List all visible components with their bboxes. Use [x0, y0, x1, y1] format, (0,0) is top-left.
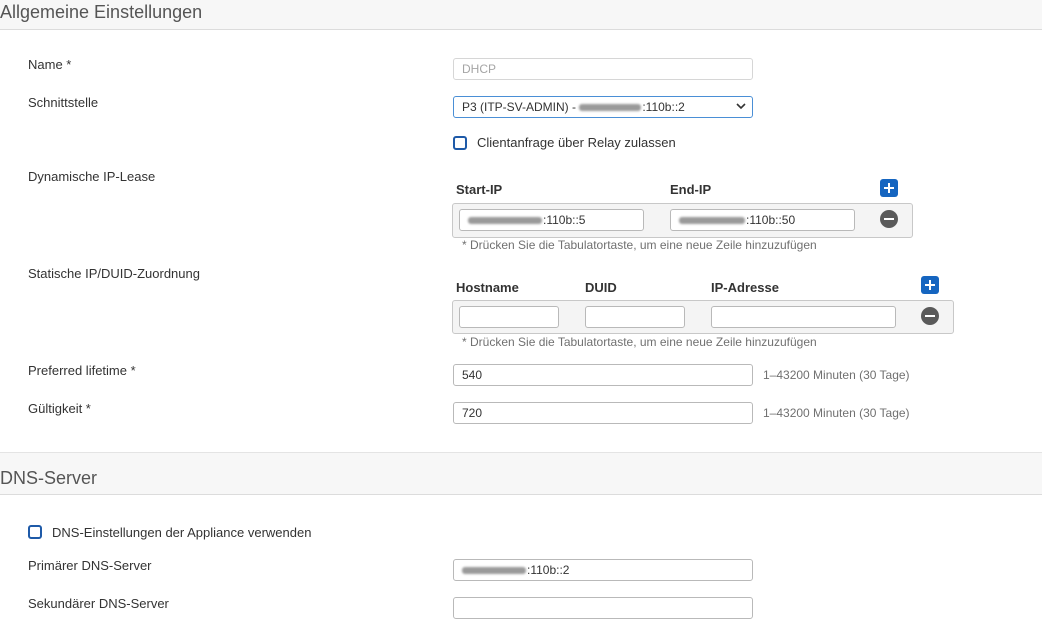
end-ip-input[interactable]: :110b::50 [670, 209, 855, 231]
interface-label: Schnittstelle [28, 95, 99, 110]
preferred-lifetime-input[interactable] [453, 364, 753, 386]
end-ip-suffix: :110b::50 [746, 213, 796, 227]
static-mapping-label: Statische IP/DUID-Zuordnung [28, 266, 200, 281]
primary-dns-input[interactable]: :110b::2 [453, 559, 753, 581]
dns-appliance-checkbox[interactable] [28, 525, 42, 539]
general-section-header: Allgemeine Einstellungen [0, 0, 1042, 30]
start-ip-input[interactable]: :110b::5 [459, 209, 644, 231]
hostname-input[interactable] [459, 306, 559, 328]
name-input[interactable] [453, 58, 753, 80]
dynamic-tab-hint: * Drücken Sie die Tabulatortaste, um ein… [462, 238, 817, 252]
add-dynamic-row-button[interactable] [880, 179, 898, 197]
primary-dns-label: Primärer DNS-Server [28, 558, 152, 573]
secondary-dns-input[interactable] [453, 597, 753, 619]
validity-input[interactable] [453, 402, 753, 424]
remove-static-row-button[interactable] [921, 307, 939, 325]
validity-label: Gültigkeit * [28, 401, 91, 416]
interface-select-prefix: P3 (ITP-SV-ADMIN) - [462, 100, 580, 114]
dns-section-header: DNS-Server [0, 452, 1042, 495]
primary-dns-suffix: :110b::2 [527, 563, 570, 577]
general-section-title: Allgemeine Einstellungen [0, 2, 203, 22]
redacted-ip [579, 104, 642, 112]
ip-address-header: IP-Adresse [711, 280, 779, 295]
relay-checkbox-label: Clientanfrage über Relay zulassen [477, 135, 676, 150]
secondary-dns-label: Sekundärer DNS-Server [28, 596, 169, 611]
validity-unit: 1–43200 Minuten (30 Tage) [763, 406, 910, 420]
dns-appliance-label: DNS-Einstellungen der Appliance verwende… [52, 525, 312, 540]
add-static-row-button[interactable] [921, 276, 939, 294]
relay-checkbox[interactable] [453, 136, 467, 150]
ip-address-input[interactable] [711, 306, 896, 328]
name-label: Name * [28, 57, 72, 72]
end-ip-header: End-IP [670, 182, 712, 197]
preferred-lifetime-unit: 1–43200 Minuten (30 Tage) [763, 368, 910, 382]
redacted-ip [468, 217, 542, 225]
start-ip-suffix: :110b::5 [543, 213, 586, 227]
interface-select[interactable]: P3 (ITP-SV-ADMIN) - :110b::2 [453, 96, 753, 118]
preferred-lifetime-label: Preferred lifetime * [28, 363, 136, 378]
dynamic-lease-label: Dynamische IP-Lease [28, 169, 156, 184]
static-tab-hint: * Drücken Sie die Tabulatortaste, um ein… [462, 335, 817, 349]
redacted-ip [679, 217, 745, 225]
chevron-down-icon [736, 103, 746, 110]
duid-input[interactable] [585, 306, 685, 328]
hostname-header: Hostname [456, 280, 519, 295]
dns-section-title: DNS-Server [0, 468, 98, 488]
interface-select-suffix: :110b::2 [642, 100, 685, 114]
redacted-ip [462, 567, 526, 575]
start-ip-header: Start-IP [456, 182, 503, 197]
remove-dynamic-row-button[interactable] [880, 210, 898, 228]
duid-header: DUID [585, 280, 617, 295]
